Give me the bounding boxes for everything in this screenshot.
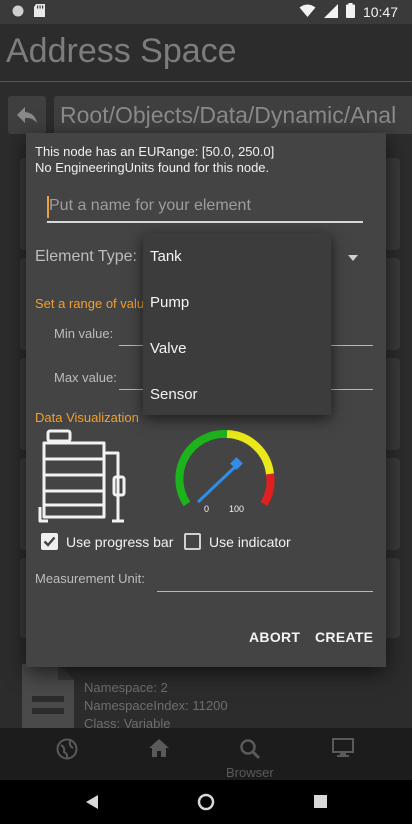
dropdown-option-valve[interactable]: Valve: [150, 340, 186, 357]
notification-circle-icon: [12, 4, 24, 22]
nav-browser-label: Browser: [226, 765, 274, 780]
search-icon: [239, 738, 261, 763]
back-arrow-icon: [16, 105, 38, 130]
title-divider: [0, 81, 412, 82]
create-button[interactable]: CREATE: [315, 629, 373, 645]
progress-bar-checkbox[interactable]: Use progress bar: [41, 533, 173, 550]
checkbox-checked-icon: [41, 533, 58, 550]
chevron-down-icon[interactable]: [348, 255, 358, 261]
eurange-info: This node has an EURange: [50.0, 250.0]: [35, 144, 275, 159]
abort-button[interactable]: ABORT: [249, 629, 300, 645]
page-title: Address Space: [6, 32, 237, 70]
element-type-label: Element Type:: [35, 248, 137, 265]
clock-time: 10:47: [362, 4, 398, 20]
engineering-units-info: No EngineeringUnits found for this node.: [35, 160, 270, 175]
gauge-icon: 0 100: [174, 426, 280, 523]
nav-home[interactable]: [148, 738, 170, 761]
signal-icon: [323, 3, 338, 21]
gauge-max-label: 100: [229, 504, 244, 514]
list-item-namespace-index: NamespaceIndex: 11200: [84, 698, 228, 713]
checkbox-unchecked-icon: [184, 533, 201, 550]
home-icon: [148, 738, 170, 761]
battery-icon: [345, 3, 355, 21]
element-name-input[interactable]: [47, 195, 363, 223]
back-button[interactable]: [8, 96, 46, 134]
globe-icon: [56, 738, 78, 763]
nav-globe[interactable]: [56, 738, 78, 763]
monitor-icon: [332, 738, 354, 761]
nav-browser[interactable]: Browser: [226, 738, 274, 780]
system-home-icon[interactable]: [197, 793, 215, 816]
visualization-section-title: Data Visualization: [35, 410, 139, 425]
element-type-dropdown: Tank Pump Valve Sensor: [143, 233, 331, 415]
wifi-icon: [299, 4, 316, 21]
system-navigation-bar: [0, 780, 412, 824]
range-section-title: Set a range of valu: [35, 296, 145, 311]
measurement-unit-label: Measurement Unit:: [35, 571, 145, 586]
list-item-namespace: Namespace: 2: [84, 680, 168, 695]
nav-monitor[interactable]: [332, 738, 354, 761]
system-recents-icon[interactable]: [314, 795, 327, 813]
min-value-label: Min value:: [54, 326, 114, 341]
sd-card-icon: [34, 4, 45, 22]
document-icon: [22, 664, 74, 735]
measurement-unit-field[interactable]: [157, 591, 373, 592]
dropdown-option-tank[interactable]: Tank: [150, 248, 182, 265]
max-value-label: Max value:: [54, 370, 117, 385]
status-bar: 10:47: [0, 0, 412, 24]
breadcrumb-path: Root/Objects/Data/Dynamic/Anal: [60, 102, 397, 128]
tank-icon: [38, 429, 128, 532]
gauge-min-label: 0: [204, 504, 209, 514]
system-back-icon[interactable]: [86, 795, 98, 814]
progress-bar-label: Use progress bar: [66, 533, 174, 550]
breadcrumb: Root/Objects/Data/Dynamic/Anal: [54, 96, 412, 134]
indicator-checkbox[interactable]: Use indicator: [184, 533, 291, 550]
node-info: This node has an EURange: [50.0, 250.0] …: [35, 144, 274, 176]
indicator-label: Use indicator: [209, 533, 291, 550]
text-cursor: [47, 196, 49, 218]
dropdown-option-pump[interactable]: Pump: [150, 294, 189, 311]
dropdown-option-sensor[interactable]: Sensor: [150, 386, 198, 403]
